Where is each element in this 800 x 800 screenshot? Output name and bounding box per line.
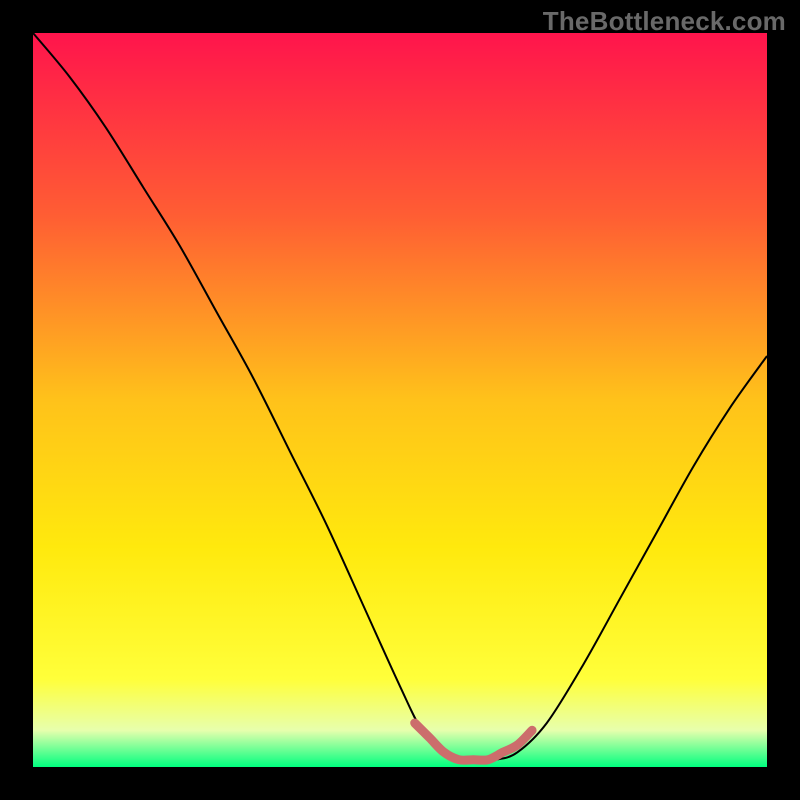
chart-frame: TheBottleneck.com: [0, 0, 800, 800]
chart-background: [33, 33, 767, 767]
watermark-text: TheBottleneck.com: [543, 6, 786, 37]
chart-svg: [33, 33, 767, 767]
plot-area: [33, 33, 767, 767]
